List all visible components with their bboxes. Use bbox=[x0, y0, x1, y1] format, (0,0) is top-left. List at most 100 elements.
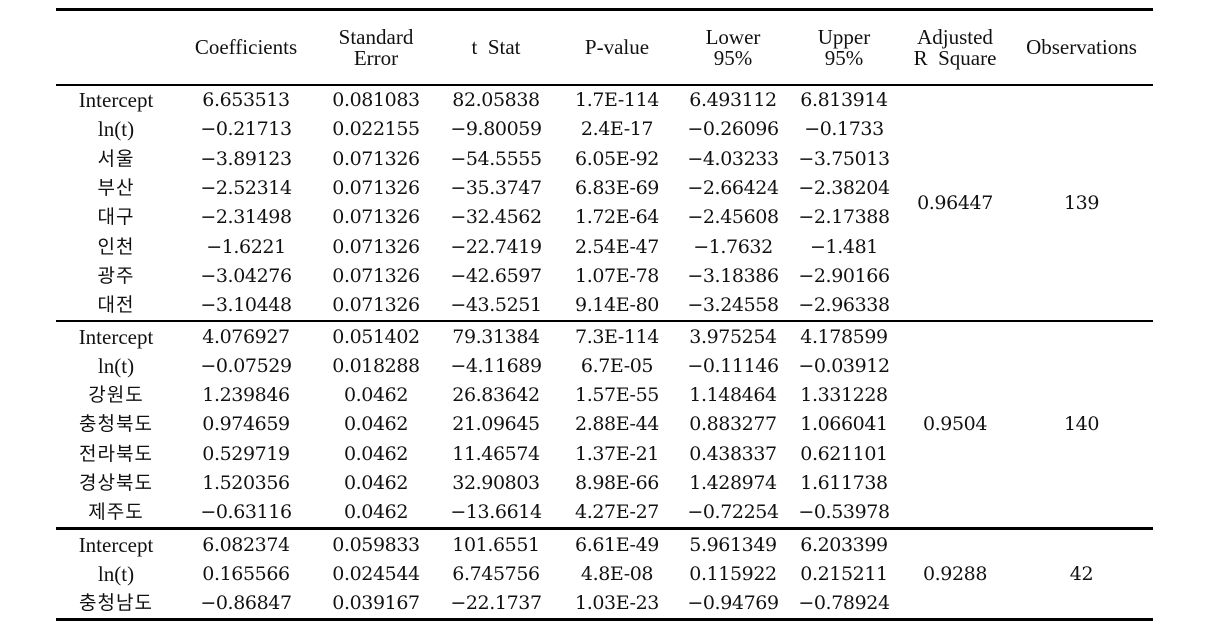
cell-coef: −3.10448 bbox=[200, 294, 292, 317]
cell-p: 1.72E-64 bbox=[575, 206, 659, 229]
cell-se: 0.0462 bbox=[343, 442, 409, 465]
cell-se: 0.0462 bbox=[343, 501, 409, 524]
cell-se: 0.081083 bbox=[332, 89, 420, 112]
cell-p: 6.05E-92 bbox=[575, 147, 659, 170]
cell-up: 1.331228 bbox=[800, 384, 888, 407]
cell-t: −35.3747 bbox=[450, 177, 542, 200]
cell-up: 6.203399 bbox=[800, 533, 888, 556]
cell-up: 1.611738 bbox=[800, 472, 888, 494]
cell-t: 79.31384 bbox=[452, 325, 540, 348]
cell-p: 2.4E-17 bbox=[580, 118, 654, 141]
cell-up: −0.78924 bbox=[798, 592, 890, 615]
cell-p: 6.83E-69 bbox=[575, 177, 659, 200]
cell-p: 4.27E-27 bbox=[575, 501, 659, 524]
column-header-text: R Square bbox=[913, 45, 997, 70]
column-header-text: Error bbox=[353, 45, 399, 70]
row-label: 경상북도 bbox=[79, 472, 153, 494]
cell-up: −2.38204 bbox=[798, 177, 890, 200]
table-header: Coefficients Standard Error t Stat P-value Lo… bbox=[56, 9, 1153, 86]
cell-p: 2.88E-44 bbox=[575, 413, 659, 436]
cell-t: 101.6551 bbox=[452, 533, 540, 556]
cell-t: −4.11689 bbox=[450, 354, 542, 377]
cell-t: −54.5555 bbox=[450, 147, 542, 170]
cell-se: 0.0462 bbox=[343, 472, 409, 494]
adjusted-r-square-value: 0.9504 bbox=[922, 413, 988, 436]
row-label: 인천 bbox=[97, 235, 135, 258]
cell-t: −32.4562 bbox=[450, 206, 542, 229]
cell-t: 82.05838 bbox=[452, 89, 540, 112]
cell-t: −42.6597 bbox=[450, 264, 542, 287]
observations-value: 139 bbox=[1063, 191, 1100, 214]
cell-lo: −2.45608 bbox=[687, 206, 779, 229]
cell-p: 2.54E-47 bbox=[575, 235, 659, 258]
cell-coef: −0.63116 bbox=[200, 501, 292, 524]
cell-up: 6.813914 bbox=[800, 89, 888, 112]
model-group-3: Intercept 6.082374 0.059833 101.6551 6.61E-4… bbox=[56, 529, 1153, 620]
cell-t: −22.1737 bbox=[450, 592, 542, 615]
regression-results-table: Coefficients Standard Error t Stat P-value Lo… bbox=[56, 8, 1153, 621]
cell-up: −0.53978 bbox=[798, 501, 890, 524]
cell-p: 1.03E-23 bbox=[575, 592, 659, 615]
cell-t: −9.80059 bbox=[450, 118, 542, 141]
cell-se: 0.018288 bbox=[332, 354, 420, 377]
column-header-text: Coefficients bbox=[194, 35, 298, 59]
cell-coef: 1.520356 bbox=[202, 472, 290, 494]
column-header-text: t Stat bbox=[471, 35, 521, 59]
row-label: 충청남도 bbox=[79, 592, 153, 615]
table-row: Intercept 4.076927 0.051402 79.31384 7.3E-11… bbox=[56, 321, 1153, 436]
header-row: Coefficients Standard Error t Stat P-value Lo… bbox=[56, 9, 1153, 86]
row-label: ln(t) bbox=[97, 117, 135, 142]
row-label: Intercept bbox=[78, 324, 154, 349]
row-label: 대전 bbox=[97, 294, 135, 317]
cell-up: −2.96338 bbox=[798, 294, 890, 317]
cell-lo: −0.72254 bbox=[687, 501, 779, 524]
cell-coef: 6.653513 bbox=[202, 89, 290, 112]
cell-se: 0.0462 bbox=[343, 413, 409, 436]
cell-coef: 4.076927 bbox=[202, 325, 290, 348]
cell-lo: −1.7632 bbox=[693, 235, 773, 258]
column-header-text: 95% bbox=[713, 45, 753, 70]
column-header-text: Standard bbox=[338, 24, 414, 49]
cell-p: 1.57E-55 bbox=[575, 384, 659, 407]
column-header-text: P-value bbox=[584, 35, 650, 59]
cell-up: −1.481 bbox=[810, 235, 878, 258]
row-label: 대구 bbox=[97, 206, 135, 229]
cell-coef: 6.082374 bbox=[202, 533, 290, 556]
cell-p: 6.7E-05 bbox=[580, 354, 654, 377]
row-label: 광주 bbox=[97, 264, 135, 287]
cell-p: 1.37E-21 bbox=[575, 442, 659, 465]
cell-coef: 0.974659 bbox=[202, 413, 290, 436]
cell-lo: 0.438337 bbox=[689, 442, 777, 465]
cell-p: 4.8E-08 bbox=[580, 562, 654, 585]
cell-lo: −0.26096 bbox=[687, 118, 779, 141]
cell-se: 0.071326 bbox=[332, 264, 420, 287]
row-label: 전라북도 bbox=[79, 442, 153, 465]
cell-coef: 1.239846 bbox=[202, 384, 290, 407]
cell-coef: −2.31498 bbox=[200, 206, 292, 229]
cell-se: 0.0462 bbox=[343, 384, 409, 407]
cell-p: 6.61E-49 bbox=[575, 533, 659, 556]
cell-lo: 5.961349 bbox=[689, 533, 777, 556]
cell-t: 21.09645 bbox=[452, 413, 540, 436]
column-header-coef: Coefficients bbox=[176, 10, 316, 86]
cell-up: −0.03912 bbox=[798, 354, 890, 377]
cell-t: 26.83642 bbox=[452, 384, 540, 407]
cell-se: 0.024544 bbox=[332, 562, 420, 585]
cell-se: 0.022155 bbox=[332, 118, 420, 141]
cell-lo: 0.883277 bbox=[689, 413, 777, 436]
cell-lo: 0.115922 bbox=[689, 562, 777, 585]
cell-coef: −3.89123 bbox=[200, 147, 292, 170]
column-header-lo: Lower 95% bbox=[678, 10, 788, 86]
row-label: ln(t) bbox=[97, 353, 135, 378]
cell-se: 0.071326 bbox=[332, 147, 420, 170]
row-label: 서울 bbox=[97, 147, 135, 170]
column-header-up: Upper 95% bbox=[788, 10, 900, 86]
row-label: 제주도 bbox=[88, 501, 144, 524]
column-header-r2: Adjusted R Square bbox=[900, 10, 1010, 86]
cell-up: −2.17388 bbox=[798, 206, 890, 229]
row-label: ln(t) bbox=[97, 561, 135, 586]
cell-t: −22.7419 bbox=[450, 235, 542, 258]
row-label: 부산 bbox=[97, 177, 135, 200]
column-header-obs: Observations bbox=[1010, 10, 1153, 86]
cell-up: −3.75013 bbox=[798, 147, 890, 170]
